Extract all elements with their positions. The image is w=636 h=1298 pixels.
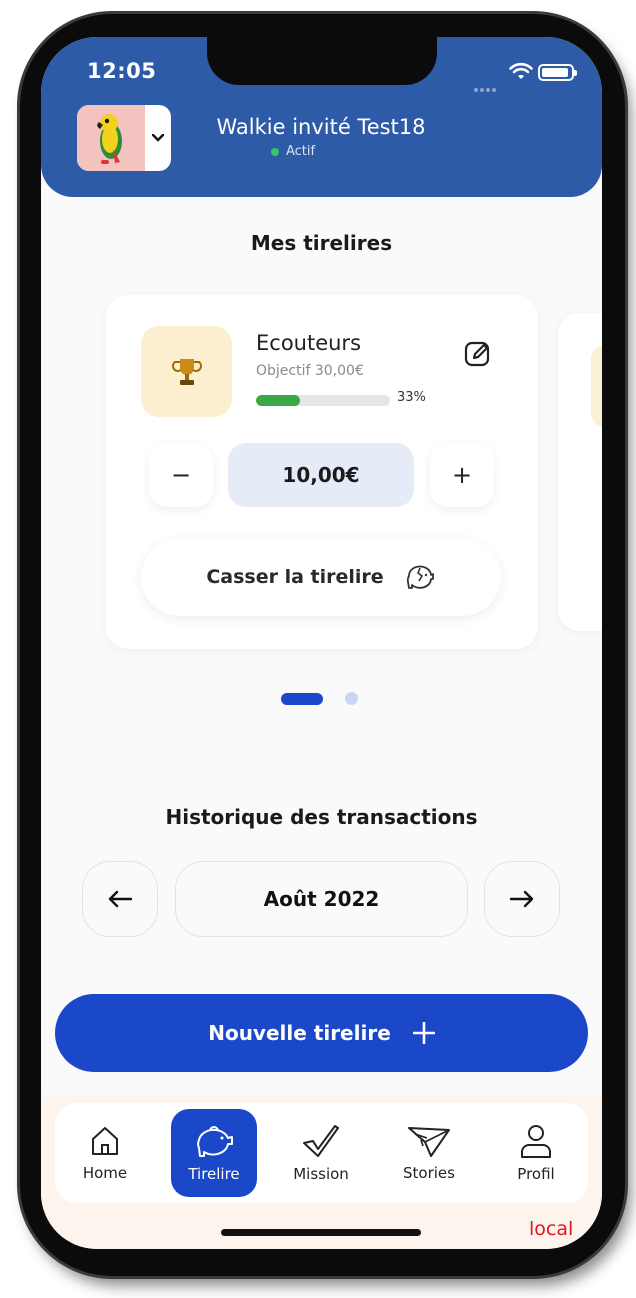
tab-bar: Home Tirelire Mission Stories Profil: [55, 1103, 588, 1203]
goal-name: Ecouteurs: [256, 331, 362, 355]
wifi-icon: [509, 62, 533, 79]
arrow-right-icon: [509, 890, 534, 908]
person-icon: [521, 1125, 551, 1158]
broken-piggy-icon: [406, 565, 434, 589]
tab-stories[interactable]: Stories: [384, 1103, 474, 1203]
increase-button[interactable]: +: [430, 443, 494, 507]
pager-dot-active[interactable]: [281, 692, 323, 705]
piggy-card-next[interactable]: [558, 313, 602, 631]
tab-home[interactable]: Home: [60, 1103, 150, 1203]
piggy-card[interactable]: Ecouteurs Objectif 30,00€ 33% − 10,00€ +…: [106, 295, 538, 649]
tab-profil[interactable]: Profil: [491, 1103, 581, 1203]
tab-home-label: Home: [82, 1164, 128, 1182]
next-month-button[interactable]: [484, 861, 560, 937]
piggy-bank-icon: [197, 1126, 233, 1157]
tab-tirelire[interactable]: Tirelire: [171, 1109, 257, 1197]
paper-plane-icon: [408, 1127, 450, 1157]
status-time: 12:05: [87, 59, 157, 83]
month-label: Août 2022: [175, 861, 468, 937]
edit-button[interactable]: [461, 337, 495, 371]
goal-objective: Objectif 30,00€: [256, 363, 364, 379]
progress-fill: [256, 395, 301, 406]
tab-mission[interactable]: Mission: [276, 1103, 366, 1203]
trophy-icon: [141, 326, 232, 417]
tab-profil-label: Profil: [517, 1165, 555, 1183]
battery-icon: [538, 64, 577, 81]
signal-icon: [474, 77, 500, 92]
plus-icon: [412, 1022, 435, 1044]
tab-tirelire-label: Tirelire: [188, 1165, 240, 1183]
env-label: local: [529, 1218, 574, 1240]
break-piggy-button[interactable]: Casser la tirelire: [141, 538, 501, 616]
section-title-piggies: Mes tirelires: [250, 231, 393, 255]
progress-label: 33%: [397, 390, 426, 405]
new-piggy-button[interactable]: Nouvelle tirelire: [55, 994, 588, 1072]
break-piggy-label: Casser la tirelire: [206, 566, 384, 588]
chevron-down-icon: [145, 105, 171, 171]
avatar-switcher[interactable]: [77, 105, 171, 171]
arrow-left-icon: [108, 890, 133, 908]
tab-mission-label: Mission: [293, 1165, 349, 1183]
status-dot: [271, 147, 279, 156]
user-name: Walkie invité Test18: [216, 115, 426, 139]
edit-icon: [464, 341, 490, 367]
tab-stories-label: Stories: [403, 1164, 455, 1182]
parrot-icon: [97, 114, 122, 164]
prev-month-button[interactable]: [82, 861, 158, 937]
decrease-button[interactable]: −: [149, 443, 213, 507]
screen: 12:05 Walkie invité Test18 Actif Mes tir…: [41, 37, 602, 1249]
home-indicator: [221, 1229, 421, 1236]
avatar: [77, 105, 145, 171]
status-text: Actif: [286, 144, 316, 159]
amount-field[interactable]: 10,00€: [228, 443, 414, 507]
progress-bar: [256, 395, 390, 406]
house-icon: [92, 1127, 118, 1155]
status-indicator: Actif: [271, 144, 315, 159]
checkmark-icon: [303, 1125, 339, 1157]
new-piggy-label: Nouvelle tirelire: [208, 1021, 391, 1045]
section-title-history: Historique des transactions: [165, 805, 478, 829]
carousel-pager: [281, 692, 358, 705]
pager-dot[interactable]: [345, 692, 358, 705]
notch: [207, 37, 437, 85]
